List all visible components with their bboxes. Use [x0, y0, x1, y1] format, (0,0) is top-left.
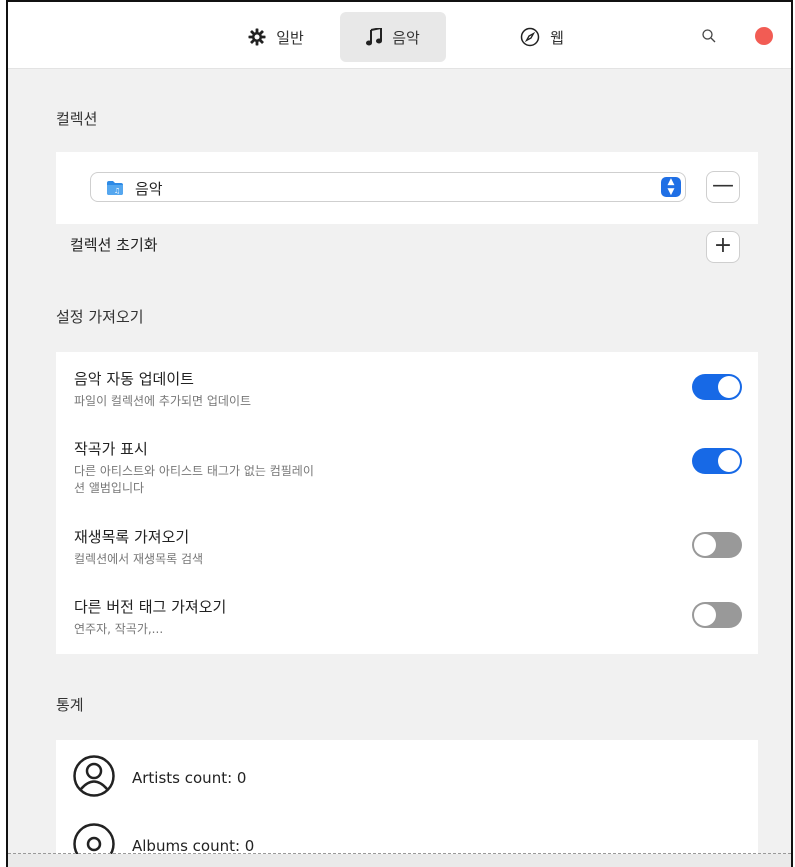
setting-title: 작곡가 표시: [74, 440, 148, 458]
tab-general[interactable]: 일반: [228, 12, 324, 62]
setting-description: 다른 아티스트와 아티스트 태그가 없는 컴필레이션 앨범입니다: [74, 464, 314, 495]
toolbar: 일반 음악 웹: [8, 2, 791, 69]
show-composer-toggle[interactable]: [692, 448, 742, 474]
collection-section-title: 컬렉션: [56, 110, 98, 128]
tab-label: 일반: [276, 28, 304, 47]
tab-label: 음악: [392, 28, 420, 47]
tab-web[interactable]: 웹: [502, 12, 582, 62]
artists-count: Artists count: 0: [132, 769, 247, 787]
music-folder-icon: ♫: [107, 180, 123, 195]
import-playlists-toggle[interactable]: [692, 532, 742, 558]
gear-icon: [248, 28, 266, 46]
svg-text:♫: ♫: [114, 187, 120, 195]
bottom-strip: [8, 854, 791, 867]
setting-row-show-composer: 작곡가 표시 다른 아티스트와 아티스트 태그가 없는 컴필레이션 앨범입니다: [74, 438, 742, 497]
setting-description: 연주자, 작곡가,...: [74, 622, 164, 636]
setting-row-auto-update: 음악 자동 업데이트 파일이 컬렉션에 추가되면 업데이트: [74, 368, 742, 410]
tab-music[interactable]: 음악: [340, 12, 446, 62]
auto-update-toggle[interactable]: [692, 374, 742, 400]
bottom-divider: [8, 853, 791, 854]
close-window-button[interactable]: [755, 27, 773, 45]
stats-card: Artists count: 0 Albums count: 0: [56, 740, 758, 867]
import-settings-section-title: 설정 가져오기: [56, 308, 144, 326]
chevron-updown-icon: ▲ ▼: [661, 177, 681, 197]
stats-section-title: 통계: [56, 696, 84, 714]
add-collection-button[interactable]: +: [706, 231, 740, 263]
collection-card: ♫ 음악 ▲ ▼ —: [56, 152, 758, 224]
collection-select-value: 음악: [135, 180, 163, 198]
setting-title: 다른 버전 태그 가져오기: [74, 598, 227, 616]
reset-collection-label: 컬렉션 초기화: [70, 236, 158, 254]
setting-description: 컬렉션에서 재생목록 검색: [74, 552, 204, 566]
search-icon[interactable]: [701, 28, 717, 44]
import-settings-card: 음악 자동 업데이트 파일이 컬렉션에 추가되면 업데이트 작곡가 표시 다른 …: [56, 352, 758, 654]
import-version-tags-toggle[interactable]: [692, 602, 742, 628]
setting-title: 음악 자동 업데이트: [74, 370, 194, 388]
preferences-window: 일반 음악 웹 컬렉션 ♫ 음악 ▲ ▼ — 컬렉션 초기화 + 설정 가져오기…: [6, 0, 793, 867]
setting-row-import-playlists: 재생목록 가져오기 컬렉션에서 재생목록 검색: [74, 526, 742, 568]
setting-row-import-version-tags: 다른 버전 태그 가져오기 연주자, 작곡가,...: [74, 596, 742, 638]
stat-artists: Artists count: 0: [72, 754, 246, 802]
compass-icon: [520, 27, 540, 47]
setting-title: 재생목록 가져오기: [74, 528, 190, 546]
setting-description: 파일이 컬렉션에 추가되면 업데이트: [74, 394, 252, 408]
person-icon: [72, 754, 116, 802]
remove-collection-button[interactable]: —: [706, 171, 740, 203]
tab-label: 웹: [550, 28, 564, 47]
music-note-icon: [366, 28, 383, 46]
collection-select[interactable]: ♫ 음악 ▲ ▼: [90, 172, 686, 202]
